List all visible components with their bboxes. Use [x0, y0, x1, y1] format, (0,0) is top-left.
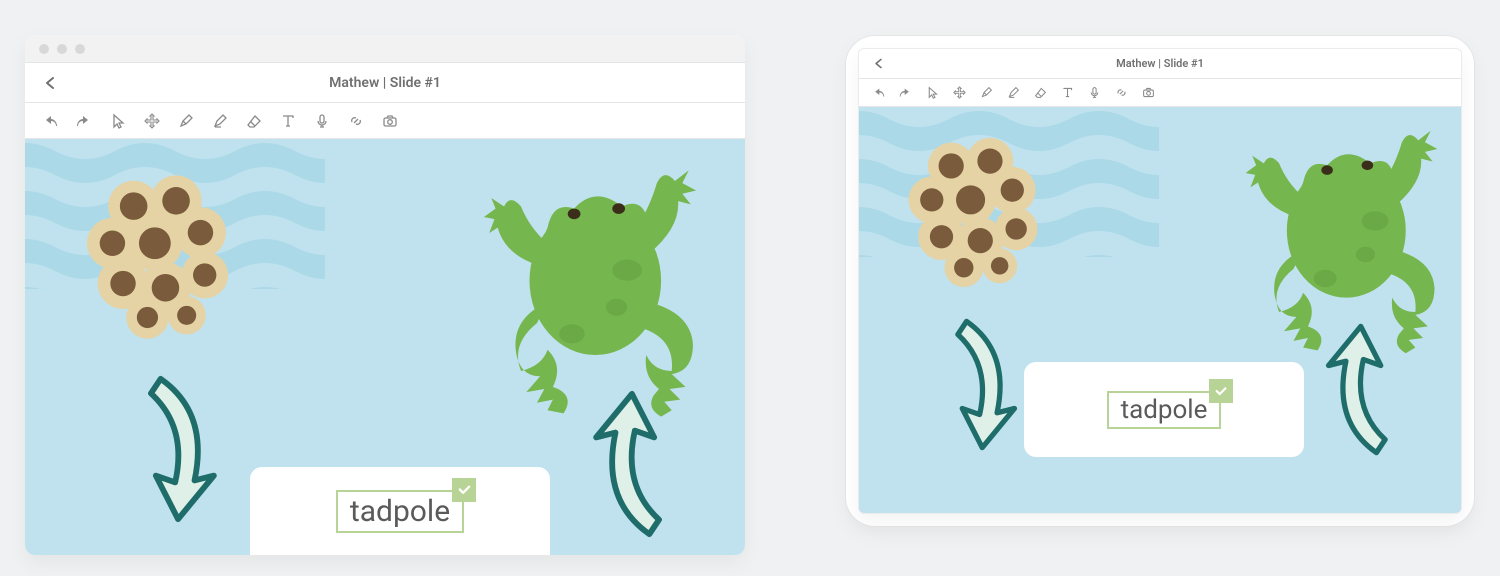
- tablet-frame: Mathew | Slide #1: [845, 35, 1475, 527]
- pen-tool[interactable]: [169, 104, 203, 138]
- answer-text: tadpole: [350, 494, 450, 529]
- camera-tool[interactable]: [1135, 79, 1162, 106]
- pen-icon: [980, 86, 993, 99]
- undo-button[interactable]: [865, 79, 892, 106]
- slide-canvas[interactable]: tadpole: [859, 107, 1461, 513]
- highlighter-icon: [1007, 86, 1020, 99]
- frog-eggs-illustration: [65, 169, 250, 344]
- frog-illustration: [475, 164, 705, 424]
- pointer-tool[interactable]: [919, 79, 946, 106]
- back-button[interactable]: [39, 72, 61, 94]
- pointer-icon: [926, 86, 939, 99]
- correct-badge: [1209, 379, 1233, 403]
- redo-icon: [76, 113, 92, 129]
- eraser-icon: [246, 113, 262, 129]
- link-icon: [348, 113, 364, 129]
- editor-toolbar: [25, 103, 745, 139]
- eraser-icon: [1034, 86, 1047, 99]
- window-titlebar: [25, 35, 745, 63]
- pointer-tool[interactable]: [101, 104, 135, 138]
- cycle-arrow-up-icon: [585, 389, 675, 539]
- text-icon: [1061, 86, 1074, 99]
- camera-tool[interactable]: [373, 104, 407, 138]
- slide-canvas[interactable]: tadpole: [25, 139, 745, 555]
- link-tool[interactable]: [1108, 79, 1135, 106]
- highlighter-tool[interactable]: [203, 104, 237, 138]
- check-icon: [1214, 384, 1228, 398]
- eraser-tool[interactable]: [1027, 79, 1054, 106]
- redo-button[interactable]: [67, 104, 101, 138]
- mic-tool[interactable]: [1081, 79, 1108, 106]
- editor-toolbar: [859, 79, 1461, 107]
- highlighter-tool[interactable]: [1000, 79, 1027, 106]
- cycle-arrow-down-icon: [944, 317, 1024, 452]
- chevron-left-icon: [42, 75, 58, 91]
- page-title: Mathew | Slide #1: [1116, 57, 1204, 70]
- back-button[interactable]: [869, 55, 887, 73]
- cycle-arrow-up-icon: [1319, 322, 1399, 457]
- text-tool[interactable]: [271, 104, 305, 138]
- page-title: Mathew | Slide #1: [329, 75, 441, 91]
- mic-icon: [1088, 86, 1101, 99]
- move-tool[interactable]: [135, 104, 169, 138]
- pen-tool[interactable]: [973, 79, 1000, 106]
- app-header: Mathew | Slide #1: [859, 49, 1461, 79]
- cycle-arrow-down-icon: [135, 374, 225, 524]
- mic-tool[interactable]: [305, 104, 339, 138]
- traffic-light-minimize[interactable]: [57, 44, 67, 54]
- traffic-light-close[interactable]: [39, 44, 49, 54]
- chevron-left-icon: [872, 57, 885, 70]
- answer-card: tadpole: [1024, 362, 1304, 457]
- undo-icon: [872, 86, 885, 99]
- pointer-icon: [110, 113, 126, 129]
- answer-field[interactable]: tadpole: [1107, 391, 1222, 429]
- mic-icon: [314, 113, 330, 129]
- link-icon: [1115, 86, 1128, 99]
- move-icon: [144, 113, 160, 129]
- link-tool[interactable]: [339, 104, 373, 138]
- redo-icon: [899, 86, 912, 99]
- eraser-tool[interactable]: [237, 104, 271, 138]
- desktop-window: Mathew | Slide #1 tadpole: [25, 35, 745, 555]
- move-tool[interactable]: [946, 79, 973, 106]
- camera-icon: [1142, 86, 1155, 99]
- camera-icon: [382, 113, 398, 129]
- answer-field[interactable]: tadpole: [336, 490, 464, 533]
- answer-card: tadpole: [250, 467, 550, 555]
- highlighter-icon: [212, 113, 228, 129]
- answer-text: tadpole: [1121, 395, 1208, 425]
- move-icon: [953, 86, 966, 99]
- tablet-screen: Mathew | Slide #1: [858, 48, 1462, 514]
- undo-icon: [42, 113, 58, 129]
- traffic-light-zoom[interactable]: [75, 44, 85, 54]
- redo-button[interactable]: [892, 79, 919, 106]
- undo-button[interactable]: [33, 104, 67, 138]
- check-icon: [457, 482, 472, 497]
- correct-badge: [452, 478, 476, 502]
- app-header: Mathew | Slide #1: [25, 63, 745, 103]
- pen-icon: [178, 113, 194, 129]
- text-icon: [280, 113, 296, 129]
- frog-eggs-illustration: [889, 132, 1057, 292]
- text-tool[interactable]: [1054, 79, 1081, 106]
